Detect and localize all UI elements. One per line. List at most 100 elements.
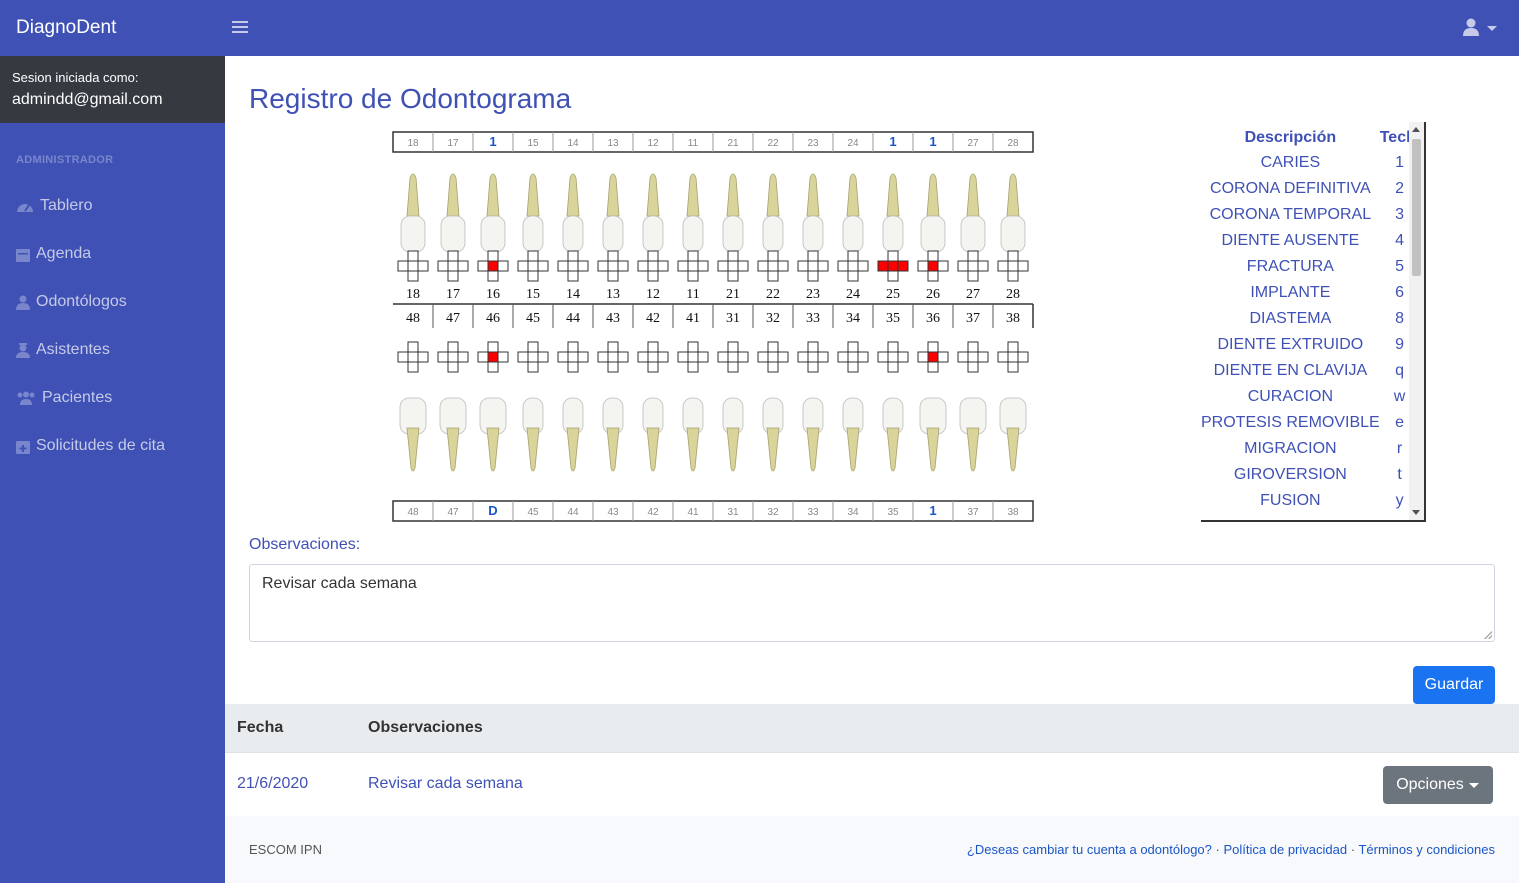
surface-left[interactable] (997, 351, 1009, 363)
surface-bottom[interactable] (727, 361, 739, 373)
tooth-crown[interactable] (522, 215, 544, 253)
tooth-surface-grid-24[interactable] (837, 250, 869, 282)
tooth-crown[interactable] (562, 215, 584, 253)
surface-bottom[interactable] (527, 361, 539, 373)
surface-right[interactable] (417, 351, 429, 363)
surface-left[interactable] (717, 351, 729, 363)
sidebar-item-agenda[interactable]: Agenda (0, 230, 225, 278)
surface-left[interactable] (557, 260, 569, 272)
legend-row[interactable]: FUSION y (1201, 488, 1419, 514)
surface-right[interactable] (697, 260, 709, 272)
surface-left[interactable] (797, 260, 809, 272)
tooth-mark[interactable]: 24 (847, 138, 859, 149)
tooth-mark[interactable]: D (488, 503, 497, 518)
surface-bottom[interactable] (967, 270, 979, 282)
surface-right[interactable] (457, 351, 469, 363)
switch-account-link[interactable]: ¿Deseas cambiar tu cuenta a odontólogo? (967, 842, 1212, 857)
surface-top[interactable] (1007, 341, 1019, 353)
tooth-mark[interactable]: 34 (847, 507, 859, 518)
tooth-mark[interactable]: 22 (767, 138, 779, 149)
tooth-crown[interactable] (642, 215, 664, 253)
surface-right[interactable] (617, 351, 629, 363)
surface-right[interactable] (937, 260, 949, 272)
surface-bottom[interactable] (767, 270, 779, 282)
tooth-surface-grid-47[interactable] (437, 341, 469, 373)
tooth-mark[interactable]: 45 (527, 507, 539, 518)
surface-left[interactable] (637, 260, 649, 272)
surface-left[interactable] (677, 260, 689, 272)
tooth-mark[interactable]: 27 (967, 138, 979, 149)
surface-left[interactable] (517, 260, 529, 272)
surface-center[interactable] (607, 351, 619, 363)
tooth-mark[interactable]: 14 (567, 138, 579, 149)
surface-bottom[interactable] (647, 270, 659, 282)
tooth-mark[interactable]: 47 (447, 507, 459, 518)
surface-bottom[interactable] (807, 361, 819, 373)
surface-top[interactable] (807, 250, 819, 262)
tooth-mark[interactable]: 1 (929, 134, 936, 149)
tooth-crown[interactable] (1000, 215, 1026, 253)
surface-top[interactable] (407, 250, 419, 262)
surface-top[interactable] (927, 341, 939, 353)
surface-top[interactable] (847, 250, 859, 262)
surface-bottom[interactable] (487, 270, 499, 282)
tooth-mark[interactable]: 48 (407, 507, 419, 518)
sidebar-item-pacientes[interactable]: Pacientes (0, 374, 225, 422)
surface-right[interactable] (817, 351, 829, 363)
surface-bottom[interactable] (687, 270, 699, 282)
tooth-surface-grid-25[interactable] (877, 250, 909, 282)
surface-top[interactable] (767, 341, 779, 353)
tooth-surface-grid-48[interactable] (397, 341, 429, 373)
tooth-mark[interactable]: 12 (647, 138, 659, 149)
surface-bottom[interactable] (887, 270, 899, 282)
surface-bottom[interactable] (1007, 361, 1019, 373)
surface-top[interactable] (447, 250, 459, 262)
surface-top[interactable] (807, 341, 819, 353)
surface-left[interactable] (557, 351, 569, 363)
surface-center[interactable] (1007, 351, 1019, 363)
privacy-link[interactable]: Política de privacidad (1224, 842, 1348, 857)
tooth-mark[interactable]: 41 (687, 507, 699, 518)
surface-center[interactable] (967, 351, 979, 363)
tooth-mark[interactable]: 37 (967, 507, 979, 518)
surface-top[interactable] (687, 250, 699, 262)
save-button[interactable]: Guardar (1413, 666, 1495, 704)
legend-row[interactable]: DIENTE EN CLAVIJA q (1201, 358, 1419, 384)
surface-center[interactable] (887, 351, 899, 363)
surface-right[interactable] (857, 351, 869, 363)
tooth-crown[interactable] (842, 215, 864, 253)
tooth-surface-grid-16[interactable] (477, 250, 509, 282)
surface-center[interactable] (727, 351, 739, 363)
surface-right[interactable] (497, 260, 509, 272)
surface-center[interactable] (887, 260, 899, 272)
tooth-surface-grid-17[interactable] (437, 250, 469, 282)
surface-bottom[interactable] (447, 361, 459, 373)
surface-top[interactable] (527, 250, 539, 262)
surface-right[interactable] (897, 260, 909, 272)
surface-right[interactable] (977, 351, 989, 363)
user-menu-button[interactable] (1463, 18, 1497, 40)
tooth-crown[interactable] (802, 215, 824, 253)
tooth-surface-grid-27[interactable] (957, 250, 989, 282)
legend-row[interactable]: MIGRACION r (1201, 436, 1419, 462)
sidebar-item-asistentes[interactable]: Asistentes (0, 326, 225, 374)
surface-top[interactable] (727, 341, 739, 353)
surface-center[interactable] (847, 260, 859, 272)
surface-center[interactable] (647, 351, 659, 363)
surface-left[interactable] (517, 351, 529, 363)
surface-center[interactable] (407, 260, 419, 272)
surface-top[interactable] (407, 341, 419, 353)
surface-top[interactable] (967, 341, 979, 353)
surface-left[interactable] (717, 260, 729, 272)
tooth-surface-grid-42[interactable] (637, 341, 669, 373)
legend-row[interactable]: FRACTURA 5 (1201, 254, 1419, 280)
legend-row[interactable]: CARIES 1 (1201, 150, 1419, 176)
surface-bottom[interactable] (927, 270, 939, 282)
legend-row[interactable]: CURACION w (1201, 384, 1419, 410)
surface-right[interactable] (577, 260, 589, 272)
surface-right[interactable] (537, 260, 549, 272)
surface-top[interactable] (487, 250, 499, 262)
surface-top[interactable] (767, 250, 779, 262)
surface-center[interactable] (447, 351, 459, 363)
tooth-crown[interactable] (762, 215, 784, 253)
